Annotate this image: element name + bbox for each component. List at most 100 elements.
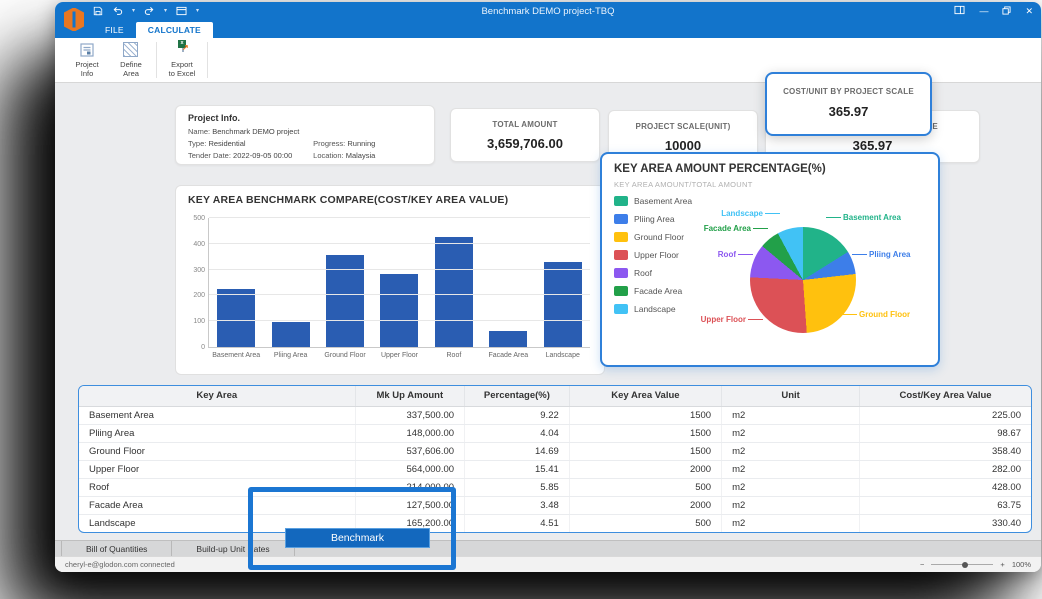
- define-area-icon: [123, 42, 139, 58]
- table-cell: 1500: [569, 406, 721, 424]
- table-cell: 3.48: [465, 496, 570, 514]
- redo-icon[interactable]: [144, 6, 155, 16]
- export-to-excel-button[interactable]: x↗ Exportto Excel: [160, 38, 204, 82]
- column-header[interactable]: Key Area: [79, 386, 355, 406]
- table-row[interactable]: Basement Area337,500.009.221500m2225.00: [79, 406, 1031, 424]
- connection-status: cheryl-e@glodon.com connected: [65, 560, 175, 569]
- table-cell: 428.00: [860, 478, 1031, 496]
- column-header[interactable]: Unit: [722, 386, 860, 406]
- legend-swatch-icon: [614, 232, 628, 242]
- legend-item-roof[interactable]: Roof: [614, 268, 692, 278]
- legend-item-basement-area[interactable]: Basement Area: [614, 196, 692, 206]
- legend-item-ground-floor[interactable]: Ground Floor: [614, 232, 692, 242]
- minimize-button[interactable]: —: [979, 7, 988, 16]
- popup-label: COST/UNIT BY PROJECT SCALE: [767, 87, 930, 96]
- bar-y-tick-label: 300: [193, 267, 205, 274]
- legend-swatch-icon: [614, 304, 628, 314]
- benchmark-button[interactable]: Benchmark: [285, 528, 430, 548]
- bar-x-label: Ground Floor: [324, 352, 365, 359]
- table-row[interactable]: Facade Area127,500.003.482000m263.75: [79, 496, 1031, 514]
- restore-button[interactable]: [1002, 2, 1011, 20]
- table-cell: m2: [722, 442, 860, 460]
- pie-callout-ground-floor: Ground Floor: [842, 310, 910, 319]
- column-header[interactable]: Key Area Value: [569, 386, 721, 406]
- bar-y-tick-label: 200: [193, 292, 205, 299]
- pie-callout-upper-floor: Upper Floor: [701, 315, 763, 324]
- total-amount-value: 3,659,706.00: [451, 136, 599, 151]
- define-area-button[interactable]: DefineArea: [109, 38, 153, 82]
- table-cell: 2000: [569, 460, 721, 478]
- column-header[interactable]: Mk Up Amount: [355, 386, 464, 406]
- legend-label: Roof: [634, 268, 652, 278]
- bar-slot: Facade Area: [481, 218, 535, 347]
- bar-slot: Basement Area: [209, 218, 263, 347]
- legend-swatch-icon: [614, 250, 628, 260]
- table-row[interactable]: Pliing Area148,000.004.041500m298.67: [79, 424, 1031, 442]
- sheet-tab-bar: Bill of Quantities Build-up Unit Rates: [55, 540, 1041, 556]
- legend-item-upper-floor[interactable]: Upper Floor: [614, 250, 692, 260]
- legend-item-facade-area[interactable]: Facade Area: [614, 286, 692, 296]
- project-name: Name: Benchmark DEMO project: [188, 127, 422, 136]
- pie-callout-basement-area: Basement Area: [826, 213, 901, 222]
- total-amount-label: TOTAL AMOUNT: [451, 120, 599, 129]
- bar-x-label: Facade Area: [488, 352, 528, 359]
- pie-callout-facade-area: Facade Area: [704, 224, 768, 233]
- popup-value: 365.97: [767, 104, 930, 119]
- table-cell: 537,606.00: [355, 442, 464, 460]
- table-cell: 148,000.00: [355, 424, 464, 442]
- table-cell: 564,000.00: [355, 460, 464, 478]
- zoom-slider-knob[interactable]: [962, 562, 968, 568]
- bar-chart-panel: KEY AREA BENCHMARK COMPARE(COST/KEY AREA…: [175, 185, 605, 375]
- zoom-slider[interactable]: [931, 564, 993, 565]
- legend-item-pliing-area[interactable]: Pliing Area: [614, 214, 692, 224]
- pie-legend: Basement Area Pliing Area Ground Floor Uppe…: [614, 196, 692, 322]
- quick-access-dropdown-icon[interactable]: ▾: [196, 8, 199, 14]
- legend-swatch-icon: [614, 286, 628, 296]
- layout-switch-icon[interactable]: [954, 2, 965, 20]
- table-row[interactable]: Ground Floor537,606.0014.691500m2358.40: [79, 442, 1031, 460]
- bar-slot: Upper Floor: [372, 218, 426, 347]
- pie-callout-pliing-area: Pliing Area: [852, 250, 911, 259]
- table-cell: 14.69: [465, 442, 570, 460]
- define-area-label-line1: Define: [120, 60, 142, 69]
- legend-label: Basement Area: [634, 196, 692, 206]
- save-icon[interactable]: [93, 6, 103, 16]
- bar-gridline: [209, 217, 590, 218]
- tab-file[interactable]: FILE: [93, 22, 136, 38]
- table-cell: 330.40: [860, 514, 1031, 532]
- redo-dropdown-icon[interactable]: ▾: [164, 8, 167, 14]
- zoom-in-button[interactable]: +: [1000, 560, 1004, 569]
- pie-chart-subtitle: KEY AREA AMOUNT/TOTAL AMOUNT: [614, 180, 753, 189]
- pie-chart-title: KEY AREA AMOUNT PERCENTAGE(%): [614, 163, 826, 175]
- close-button[interactable]: ✕: [1025, 7, 1033, 16]
- bar-slot: Roof: [427, 218, 481, 347]
- tab-calculate[interactable]: CALCULATE: [136, 22, 213, 38]
- legend-item-landscape[interactable]: Landscape: [614, 304, 692, 314]
- project-info-button[interactable]: ProjectInfo: [65, 38, 109, 82]
- workspace-icon[interactable]: [176, 6, 187, 16]
- table-cell: m2: [722, 460, 860, 478]
- column-header[interactable]: Cost/Key Area Value: [860, 386, 1031, 406]
- legend-label: Landscape: [634, 304, 676, 314]
- bar-roof: [435, 237, 473, 347]
- legend-label: Pliing Area: [634, 214, 675, 224]
- glodon-logo-icon: [62, 5, 86, 34]
- table-cell: m2: [722, 406, 860, 424]
- pie-chart: [750, 227, 856, 333]
- project-info-label-line2: Info: [81, 69, 94, 78]
- export-label-line1: Export: [171, 60, 193, 69]
- table-cell: Upper Floor: [79, 460, 355, 478]
- undo-dropdown-icon[interactable]: ▾: [132, 8, 135, 14]
- table-row[interactable]: Landscape165,200.004.51500m2330.40: [79, 514, 1031, 532]
- bar-basement-area: [217, 289, 255, 347]
- bar-slot: Landscape: [536, 218, 590, 347]
- table-row[interactable]: Roof214,000.005.85500m2428.00: [79, 478, 1031, 496]
- export-label-line2: to Excel: [169, 69, 196, 78]
- undo-icon[interactable]: [112, 6, 123, 16]
- zoom-out-button[interactable]: −: [920, 560, 924, 569]
- table-cell: 63.75: [860, 496, 1031, 514]
- column-header[interactable]: Percentage(%): [465, 386, 570, 406]
- table-row[interactable]: Upper Floor564,000.0015.412000m2282.00: [79, 460, 1031, 478]
- bar-upper-floor: [380, 274, 418, 347]
- tab-bill-of-quantities[interactable]: Bill of Quantities: [61, 541, 172, 556]
